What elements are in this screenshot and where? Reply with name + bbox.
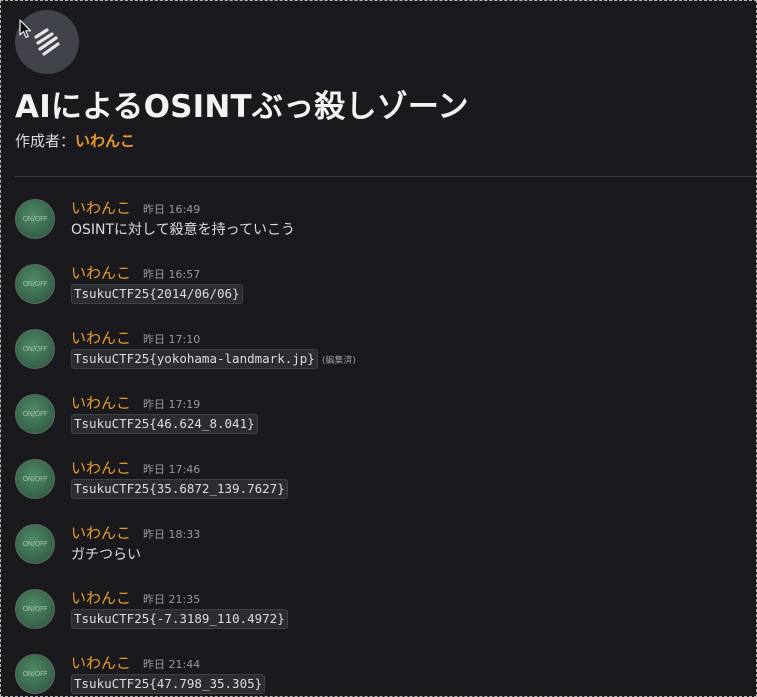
message-content: TsukuCTF25{35.6872_139.7627} bbox=[71, 479, 288, 499]
message-author[interactable]: いわんこ bbox=[71, 392, 131, 413]
avatar[interactable]: ON/OFF bbox=[15, 459, 55, 499]
message-timestamp: 昨日 18:33 bbox=[143, 528, 201, 541]
message-timestamp: 昨日 21:35 bbox=[143, 593, 201, 606]
avatar[interactable]: ON/OFF bbox=[15, 199, 55, 239]
message-content: TsukuCTF25{-7.3189_110.4972} bbox=[71, 609, 288, 629]
message-timestamp: 昨日 21:44 bbox=[143, 658, 201, 671]
message-timestamp: 昨日 16:49 bbox=[143, 203, 201, 216]
message-content: ガチつらい bbox=[71, 544, 141, 564]
message-author[interactable]: いわんこ bbox=[71, 652, 131, 673]
avatar[interactable]: ON/OFF bbox=[15, 329, 55, 369]
message[interactable]: ON/OFF いわんこ 昨日 17:46 TsukuCTF25{35.6872_… bbox=[1, 456, 756, 521]
divider bbox=[15, 176, 755, 177]
message-author[interactable]: いわんこ bbox=[71, 587, 131, 608]
message[interactable]: ON/OFF いわんこ 昨日 18:33 ガチつらい bbox=[1, 521, 756, 586]
message-code: TsukuCTF25{-7.3189_110.4972} bbox=[71, 609, 288, 629]
message[interactable]: ON/OFF いわんこ 昨日 21:35 TsukuCTF25{-7.3189_… bbox=[1, 586, 756, 651]
message-author[interactable]: いわんこ bbox=[71, 262, 131, 283]
message-author[interactable]: いわんこ bbox=[71, 457, 131, 478]
thread-title: AIによるOSINTぶっ殺しゾーン bbox=[15, 89, 469, 125]
message-content: TsukuCTF25{46.624_8.041} bbox=[71, 414, 258, 434]
message-text: OSINTに対して殺意を持っていこう bbox=[71, 222, 295, 238]
thread-start-view: AIによるOSINTぶっ殺しゾーン 作成者：いわんこ ON/OFF いわんこ 昨… bbox=[0, 0, 757, 697]
mouse-pointer-icon bbox=[19, 19, 32, 39]
message-code: TsukuCTF25{2014/06/06} bbox=[71, 284, 243, 304]
message-code: TsukuCTF25{46.624_8.041} bbox=[71, 414, 258, 434]
creator-line: 作成者：いわんこ bbox=[15, 130, 135, 151]
message[interactable]: ON/OFF いわんこ 昨日 16:57 TsukuCTF25{2014/06/… bbox=[1, 261, 756, 326]
message[interactable]: ON/OFF いわんこ 昨日 17:10 TsukuCTF25{yokohama… bbox=[1, 326, 756, 391]
avatar[interactable]: ON/OFF bbox=[15, 394, 55, 434]
message-content: OSINTに対して殺意を持っていこう bbox=[71, 219, 295, 239]
message-content: TsukuCTF25{yokohama-landmark.jp} (編集済) bbox=[71, 349, 356, 369]
message-content: TsukuCTF25{47.798_35.305} bbox=[71, 674, 266, 694]
message-code: TsukuCTF25{yokohama-landmark.jp} bbox=[71, 349, 318, 369]
avatar[interactable]: ON/OFF bbox=[15, 654, 55, 694]
message-author[interactable]: いわんこ bbox=[71, 327, 131, 348]
message[interactable]: ON/OFF いわんこ 昨日 21:44 TsukuCTF25{47.798_3… bbox=[1, 651, 756, 696]
message-timestamp: 昨日 17:46 bbox=[143, 463, 201, 476]
avatar[interactable]: ON/OFF bbox=[15, 589, 55, 629]
avatar[interactable]: ON/OFF bbox=[15, 524, 55, 564]
edited-tag: (編集済) bbox=[321, 356, 356, 366]
creator-label: 作成者： bbox=[15, 132, 76, 150]
avatar[interactable]: ON/OFF bbox=[15, 264, 55, 304]
message-timestamp: 昨日 16:57 bbox=[143, 268, 201, 281]
message-content: TsukuCTF25{2014/06/06} bbox=[71, 284, 243, 304]
message-timestamp: 昨日 17:10 bbox=[143, 333, 201, 346]
message[interactable]: ON/OFF いわんこ 昨日 17:19 TsukuCTF25{46.624_8… bbox=[1, 391, 756, 456]
message[interactable]: ON/OFF いわんこ 昨日 16:49 OSINTに対して殺意を持っていこう bbox=[1, 196, 756, 261]
message-code: TsukuCTF25{47.798_35.305} bbox=[71, 674, 266, 694]
message-text: ガチつらい bbox=[71, 547, 141, 563]
message-code: TsukuCTF25{35.6872_139.7627} bbox=[71, 479, 288, 499]
creator-name[interactable]: いわんこ bbox=[75, 132, 135, 150]
message-author[interactable]: いわんこ bbox=[71, 197, 131, 218]
message-timestamp: 昨日 17:19 bbox=[143, 398, 201, 411]
message-author[interactable]: いわんこ bbox=[71, 522, 131, 543]
